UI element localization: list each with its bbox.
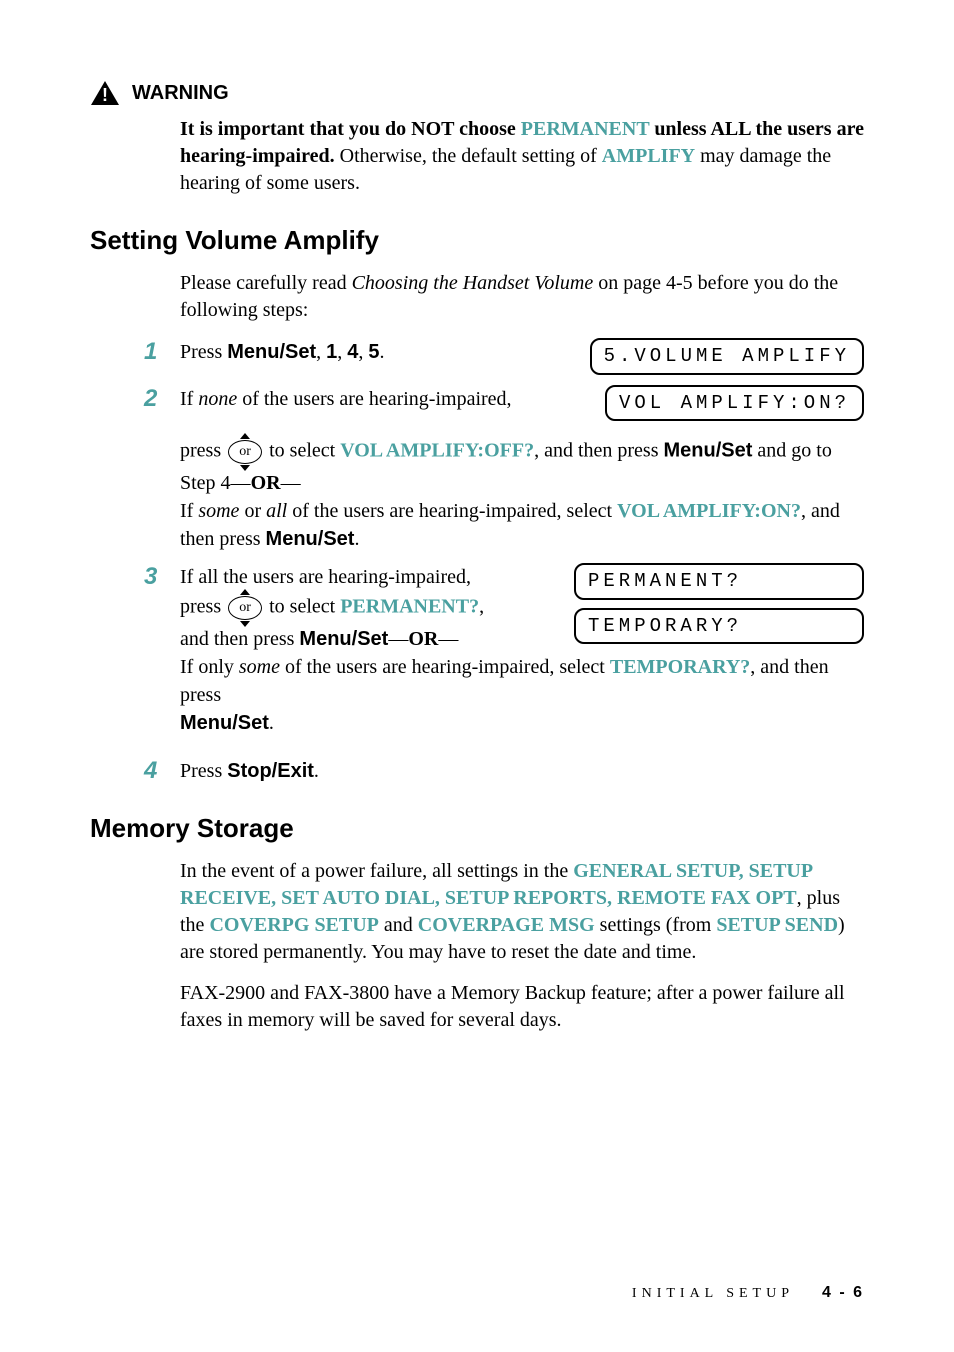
section-title-volume-amplify: Setting Volume Amplify <box>90 225 864 256</box>
page-footer: INITIAL SETUP 4 - 6 <box>632 1284 864 1302</box>
s2-l3e: . <box>354 528 359 550</box>
warning-rest-a: Otherwise, the default setting of <box>335 145 602 167</box>
s3-l4a: If only <box>180 656 239 678</box>
step-2-body: press or to select VOL AMPLIFY:OFF?, and… <box>180 435 864 553</box>
s4-b: . <box>314 760 319 782</box>
s3-l2b: to select <box>264 596 340 618</box>
s2-l1b: of the users are hearing-impaired, <box>237 388 511 410</box>
s3-l2a: press <box>180 596 226 618</box>
s2-or: OR <box>251 472 281 494</box>
warning-header: ! WARNING <box>90 80 864 106</box>
s1-k1: 1 <box>326 341 337 363</box>
footer-page: 4 - 6 <box>822 1284 864 1301</box>
s1-e: . <box>380 341 385 363</box>
lcd-temporary: TEMPORARY? <box>574 608 864 645</box>
s2-l2e: — <box>281 472 301 494</box>
s3-l2c: , <box>479 596 484 618</box>
s2-l3b: or <box>239 500 266 522</box>
s3-l4b: of the users are hearing-impaired, selec… <box>280 656 610 678</box>
s2-l2a: press <box>180 440 226 462</box>
m-t2: COVERPG SETUP <box>209 914 378 936</box>
section1-intro: Please carefully read Choosing the Hands… <box>180 270 864 324</box>
s3-l4it: some <box>239 656 280 678</box>
section-title-memory-storage: Memory Storage <box>90 813 864 844</box>
s1-d: , <box>358 341 368 363</box>
lcd-volume-amplify: 5.VOLUME AMPLIFY <box>590 338 864 375</box>
svg-text:!: ! <box>102 85 108 105</box>
s2-l3a: If <box>180 500 198 522</box>
s1-btn: Menu/Set <box>227 341 316 363</box>
s3-l3c: — <box>438 628 458 650</box>
footer-section: INITIAL SETUP <box>632 1286 794 1301</box>
s1-b: , <box>316 341 326 363</box>
m-t4: SETUP SEND <box>716 914 838 936</box>
s2-btn2: Menu/Set <box>266 528 355 550</box>
warning-text: It is important that you do NOT choose P… <box>180 116 864 197</box>
s3-teal1: PERMANENT? <box>340 596 479 618</box>
s2-teal2: VOL AMPLIFY:ON? <box>617 500 801 522</box>
or-oval-text-2: or <box>228 596 262 620</box>
s2-l3it1: some <box>198 500 239 522</box>
warning-amplify: AMPLIFY <box>602 145 695 167</box>
s3-teal2: TEMPORARY? <box>610 656 750 678</box>
s3-l4d: . <box>269 712 274 734</box>
s2-l3c: of the users are hearing-impaired, selec… <box>287 500 617 522</box>
step-4-num: 4 <box>144 757 180 785</box>
s2-l2c: , and then press <box>534 440 663 462</box>
step-1-text: Press Menu/Set, 1, 4, 5. <box>180 338 570 366</box>
s4-a: Press <box>180 760 227 782</box>
s2-l3it2: all <box>266 500 287 522</box>
s3-btn: Menu/Set <box>299 628 388 650</box>
s2-teal1: VOL AMPLIFY:OFF? <box>340 440 534 462</box>
s3-l3a: and then press <box>180 628 299 650</box>
m-p1d: settings (from <box>595 914 717 936</box>
s2-l1it: none <box>198 388 237 410</box>
step-1-num: 1 <box>144 338 180 375</box>
warning-triangle-icon: ! <box>90 80 120 106</box>
s2-l1a: If <box>180 388 198 410</box>
step-2-line1: If none of the users are hearing-impaire… <box>180 385 585 413</box>
step-2: 2 If none of the users are hearing-impai… <box>144 385 864 554</box>
s1-k2: 4 <box>347 341 358 363</box>
m-t3: COVERPAGE MSG <box>418 914 595 936</box>
step-4: 4 Press Stop/Exit. <box>144 757 864 785</box>
memory-p2: FAX-2900 and FAX-3800 have a Memory Back… <box>180 980 864 1034</box>
lcd-permanent: PERMANENT? <box>574 563 864 600</box>
memory-p1: In the event of a power failure, all set… <box>180 858 864 966</box>
warning-bold-lead: It is important that you do NOT choose <box>180 118 521 140</box>
lcd-vol-amplify-on: VOL AMPLIFY:ON? <box>605 385 864 422</box>
warning-label: WARNING <box>132 82 229 105</box>
intro-a: Please carefully read <box>180 272 352 294</box>
step-4-text: Press Stop/Exit. <box>180 757 864 785</box>
intro-it: Choosing the Handset Volume <box>352 272 594 294</box>
s2-l2b: to select <box>264 440 340 462</box>
m-p1c: and <box>379 914 418 936</box>
step-3: 3 PERMANENT? TEMPORARY? If all the users… <box>144 563 864 737</box>
up-down-or-icon: or <box>228 591 262 625</box>
up-down-or-icon: or <box>228 435 262 469</box>
s3-btn2: Menu/Set <box>180 712 269 734</box>
s3-l1: If all the users are hearing-impaired, <box>180 566 471 588</box>
s1-a: Press <box>180 341 227 363</box>
s4-btn: Stop/Exit <box>227 760 314 782</box>
s1-k3: 5 <box>368 341 379 363</box>
warning-permanent: PERMANENT <box>521 118 650 140</box>
s2-btn: Menu/Set <box>664 440 753 462</box>
step-2-num: 2 <box>144 385 180 554</box>
m-p1a: In the event of a power failure, all set… <box>180 860 573 882</box>
s3-or: OR <box>408 628 438 650</box>
step-1: 1 Press Menu/Set, 1, 4, 5. 5.VOLUME AMPL… <box>144 338 864 375</box>
step-3-num: 3 <box>144 563 180 737</box>
s1-c: , <box>337 341 347 363</box>
s3-l3b: — <box>388 628 408 650</box>
or-oval-text: or <box>228 440 262 464</box>
